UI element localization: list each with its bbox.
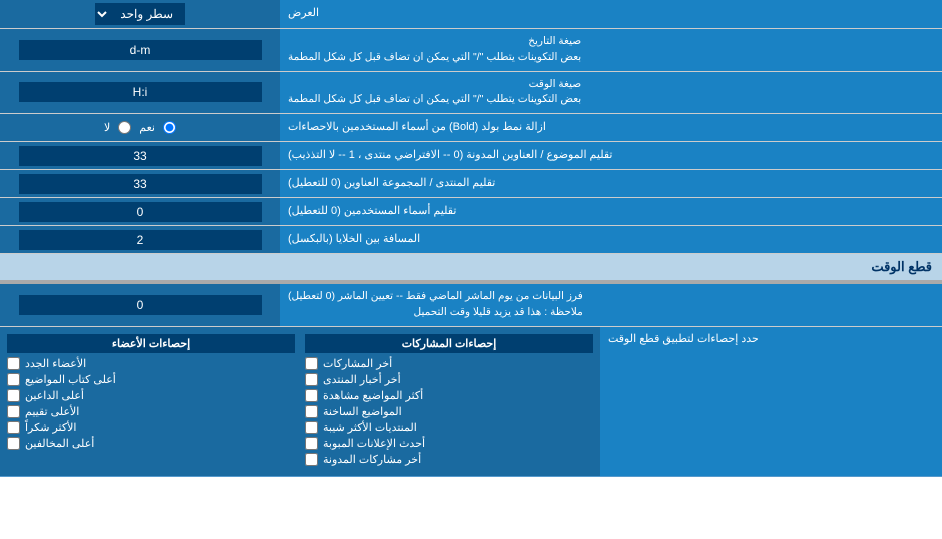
trim-forum-input[interactable]: 33 [19, 174, 262, 194]
checkbox-contributions-3[interactable] [305, 389, 318, 402]
date-format-input-area: d-m [0, 29, 280, 71]
checkbox-members-3[interactable] [7, 389, 20, 402]
stat-members-5: الأكثر شكراً [7, 421, 295, 434]
stat-contributions-5: المنتديات الأكثر شيبة [305, 421, 593, 434]
members-col-title: إحصاءات الأعضاء [7, 334, 295, 353]
stats-section: حدد إحصاءات لتطبيق قطع الوقت إحصاءات الم… [0, 327, 942, 477]
trim-topics-row: تقليم الموضوع / العناوين المدونة (0 -- ا… [0, 142, 942, 170]
time-cut-row: فرز البيانات من يوم الماشر الماضي فقط --… [0, 282, 942, 327]
bold-yes-radio[interactable] [163, 121, 176, 134]
cell-spacing-label: المسافة بين الخلايا (بالبكسل) [280, 226, 942, 253]
time-cut-section-header: قطع الوقت [0, 254, 942, 282]
stat-members-4: الأعلى تقييم [7, 405, 295, 418]
trim-topics-label: تقليم الموضوع / العناوين المدونة (0 -- ا… [280, 142, 942, 169]
members-col: إحصاءات الأعضاء الأعضاء الجدد أعلى كتاب … [4, 331, 298, 472]
stat-contributions-6: أحدث الإعلانات المبوبة [305, 437, 593, 450]
stat-contributions-7: أخر مشاركات المدونة [305, 453, 593, 466]
contributions-col-title: إحصاءات المشاركات [305, 334, 593, 353]
checkbox-contributions-1[interactable] [305, 357, 318, 370]
trim-topics-input-area: 33 [0, 142, 280, 169]
checkbox-members-1[interactable] [7, 357, 20, 370]
stats-columns: إحصاءات المشاركات أخر المشاركات أخر أخبا… [0, 327, 600, 476]
time-format-row: صيغة الوقتبعض التكوينات يتطلب "/" التي ي… [0, 72, 942, 115]
checkbox-members-5[interactable] [7, 421, 20, 434]
checkbox-members-2[interactable] [7, 373, 20, 386]
stat-members-3: أعلى الداعين [7, 389, 295, 402]
time-format-input[interactable]: H:i [19, 82, 262, 102]
checkbox-contributions-4[interactable] [305, 405, 318, 418]
checkbox-contributions-2[interactable] [305, 373, 318, 386]
date-format-input[interactable]: d-m [19, 40, 262, 60]
stat-contributions-2: أخر أخبار المنتدى [305, 373, 593, 386]
checkbox-contributions-6[interactable] [305, 437, 318, 450]
time-cut-label: فرز البيانات من يوم الماشر الماضي فقط --… [280, 284, 942, 326]
trim-topics-input[interactable]: 33 [19, 146, 262, 166]
stat-contributions-1: أخر المشاركات [305, 357, 593, 370]
bold-remove-label: ازالة نمط بولد (Bold) من أسماء المستخدمي… [280, 114, 942, 141]
date-format-row: صيغة التاريخبعض التكوينات يتطلب "/" التي… [0, 29, 942, 72]
bold-remove-row: ازالة نمط بولد (Bold) من أسماء المستخدمي… [0, 114, 942, 142]
display-mode-label: العرض [280, 0, 942, 28]
trim-users-input[interactable]: 0 [19, 202, 262, 222]
time-format-input-area: H:i [0, 72, 280, 114]
bold-yes-label: نعم [139, 121, 155, 134]
bold-remove-input-area: نعم لا [0, 114, 280, 141]
display-mode-select[interactable]: سطر واحد سطران ثلاثة أسطر [95, 3, 185, 25]
trim-users-label: تقليم أسماء المستخدمين (0 للتعطيل) [280, 198, 942, 225]
main-container: العرض سطر واحد سطران ثلاثة أسطر صيغة الت… [0, 0, 942, 477]
trim-users-row: تقليم أسماء المستخدمين (0 للتعطيل) 0 [0, 198, 942, 226]
date-format-label: صيغة التاريخبعض التكوينات يتطلب "/" التي… [280, 29, 942, 71]
bold-no-label: لا [104, 121, 110, 134]
checkbox-members-6[interactable] [7, 437, 20, 450]
bold-radio-group: نعم لا [94, 118, 186, 137]
trim-users-input-area: 0 [0, 198, 280, 225]
checkbox-contributions-5[interactable] [305, 421, 318, 434]
display-mode-input-area: سطر واحد سطران ثلاثة أسطر [0, 0, 280, 28]
stat-members-1: الأعضاء الجدد [7, 357, 295, 370]
bold-no-radio[interactable] [118, 121, 131, 134]
stat-members-6: أعلى المخالفين [7, 437, 295, 450]
stat-contributions-3: أكثر المواضيع مشاهدة [305, 389, 593, 402]
stat-members-2: أعلى كتاب المواضيع [7, 373, 295, 386]
cell-spacing-input-area: 2 [0, 226, 280, 253]
contributions-col: إحصاءات المشاركات أخر المشاركات أخر أخبا… [302, 331, 596, 472]
time-cut-input[interactable]: 0 [19, 295, 262, 315]
time-format-label: صيغة الوقتبعض التكوينات يتطلب "/" التي ي… [280, 72, 942, 114]
display-mode-row: العرض سطر واحد سطران ثلاثة أسطر [0, 0, 942, 29]
stats-apply-label: حدد إحصاءات لتطبيق قطع الوقت [600, 327, 942, 476]
trim-forum-label: تقليم المنتدى / المجموعة العناوين (0 للت… [280, 170, 942, 197]
cell-spacing-row: المسافة بين الخلايا (بالبكسل) 2 [0, 226, 942, 254]
stat-contributions-4: المواضيع الساخنة [305, 405, 593, 418]
checkbox-members-4[interactable] [7, 405, 20, 418]
checkbox-contributions-7[interactable] [305, 453, 318, 466]
trim-forum-input-area: 33 [0, 170, 280, 197]
trim-forum-row: تقليم المنتدى / المجموعة العناوين (0 للت… [0, 170, 942, 198]
cell-spacing-input[interactable]: 2 [19, 230, 262, 250]
time-cut-input-area: 0 [0, 284, 280, 326]
